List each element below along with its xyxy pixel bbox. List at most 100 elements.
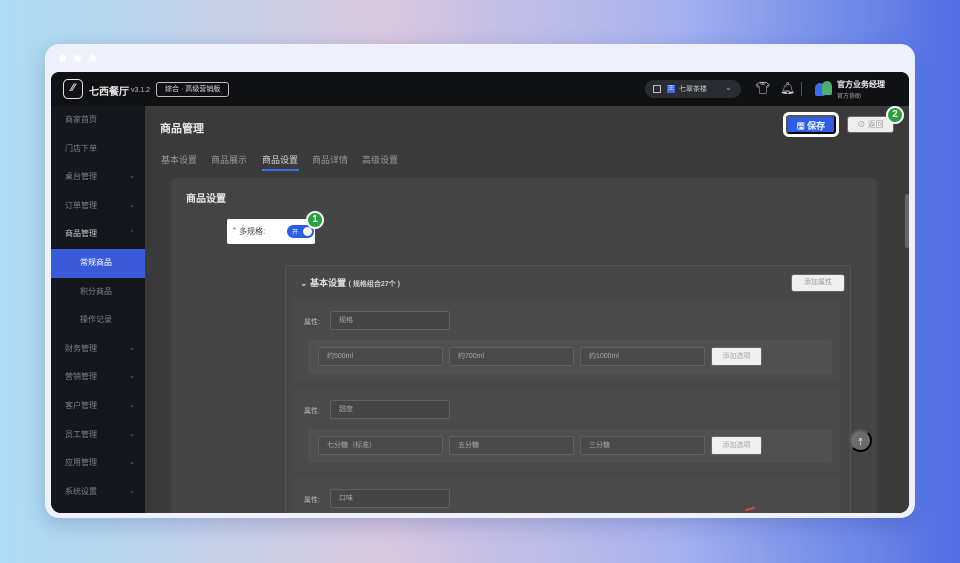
back-button-label: 返回 <box>867 120 884 129</box>
chevron-down-icon: ⌄ <box>129 430 135 438</box>
option-input[interactable]: 约1000ml <box>580 347 705 366</box>
sidebar-item-label: 客户管理 <box>65 400 97 410</box>
app-screen: ⁄⁄ 七西餐厅 v3.1.2 综合 · 高级营销版 王 七翠茶楼 ⌄ 👕︎ 🔔︎… <box>51 72 909 513</box>
product-settings-card: 商品设置 * 多规格: 开 1 ⌄ 基本设置 ( 规格组合27个 ) 添加属性 … <box>171 178 877 513</box>
window-dot-icon[interactable] <box>59 55 66 62</box>
multi-spec-field: * 多规格: 开 <box>227 219 315 244</box>
sidebar-item-label: 操作记录 <box>80 315 112 325</box>
sidebar-item-customers[interactable]: 客户管理 ⌄ <box>51 392 145 421</box>
option-input[interactable]: 七分糖（标准） <box>318 436 443 455</box>
sidebar-item-staff[interactable]: 员工管理 ⌄ <box>51 421 145 450</box>
top-bar: ⁄⁄ 七西餐厅 v3.1.2 综合 · 高级营销版 王 七翠茶楼 ⌄ 👕︎ 🔔︎… <box>51 72 909 106</box>
tab-product-details[interactable]: 商品详情 <box>312 153 348 166</box>
window-dot-icon[interactable] <box>74 55 81 62</box>
attribute-block: 属性: 规格 约500ml 约700ml 约1000ml 添加选项 <box>292 300 840 382</box>
sidebar-item-points-products[interactable]: 积分商品 <box>51 278 145 307</box>
chevron-down-icon: ⌄ <box>129 344 135 352</box>
tab-product-display[interactable]: 商品展示 <box>211 153 247 166</box>
version-label: v3.1.2 <box>131 87 151 94</box>
chevron-down-icon: ⌄ <box>129 401 135 409</box>
store-name: 七翠茶楼 <box>679 86 707 93</box>
chevron-down-icon: ⌄ <box>129 487 135 495</box>
option-input[interactable]: 三分糖 <box>580 436 705 455</box>
sidebar-item-tables[interactable]: 桌台管理 ⌄ <box>51 163 145 192</box>
save-button[interactable]: 🖫︎ 保存 <box>783 112 839 137</box>
save-icon: 🖫︎ <box>796 121 808 131</box>
add-option-button[interactable]: 添加选项 <box>711 347 762 366</box>
card-title: 商品设置 <box>186 194 226 205</box>
toggle-state-text: 开 <box>292 230 299 236</box>
option-row: 约500ml 约700ml 约1000ml 添加选项 <box>308 340 832 374</box>
sidebar-item-label: 应用管理 <box>65 458 97 468</box>
user-name[interactable]: 官方业务经理 <box>837 79 885 90</box>
sidebar-item-label: 系统设置 <box>65 486 97 496</box>
option-input[interactable]: 约500ml <box>318 347 443 366</box>
arrow-up-icon[interactable]: ⤒ <box>849 429 872 452</box>
sidebar: 商家首页 门店下单 桌台管理 ⌄ 订单管理 ⌄ 商品管理 ⌃ 常规商品 积分商品 操作… <box>51 106 145 513</box>
scrollbar-thumb[interactable] <box>905 194 909 248</box>
chevron-up-icon: ⌃ <box>129 230 135 238</box>
sidebar-item-finance[interactable]: 财务管理 ⌄ <box>51 335 145 364</box>
scrollbar[interactable] <box>905 178 909 513</box>
plan-tag[interactable]: 综合 · 高级营销版 <box>156 82 230 97</box>
avatar[interactable] <box>815 80 833 98</box>
sidebar-item-label: 员工管理 <box>65 429 97 439</box>
spec-combination-count: ( 规格组合27个 ) <box>348 281 400 288</box>
avatar-person-icon <box>822 81 832 95</box>
sidebar-item-label: 财务管理 <box>65 343 97 353</box>
sidebar-item-store-order[interactable]: 门店下单 <box>51 135 145 164</box>
add-attribute-button[interactable]: 添加属性 <box>791 274 845 292</box>
sidebar-item-label: 营销管理 <box>65 372 97 382</box>
tab-advanced-settings[interactable]: 高级设置 <box>362 153 398 166</box>
attribute-block: 属性: 口味 <box>292 478 840 513</box>
attribute-name-input[interactable]: 口味 <box>330 489 450 508</box>
sidebar-item-apps[interactable]: 应用管理 ⌄ <box>51 449 145 478</box>
spec-panel-header[interactable]: ⌄ 基本设置 ( 规格组合27个 ) <box>300 276 400 289</box>
chevron-down-icon: ⌄ <box>129 459 135 467</box>
option-input[interactable]: 五分糖 <box>449 436 574 455</box>
step-marker-1: 1 <box>306 211 324 229</box>
sidebar-item-marketing[interactable]: 营销管理 ⌄ <box>51 363 145 392</box>
back-icon: ⊘ <box>857 120 868 129</box>
chevron-down-icon: ⌄ <box>300 278 311 288</box>
attribute-label: 属性: <box>304 408 320 415</box>
tab-product-settings[interactable]: 商品设置 <box>262 153 298 166</box>
sidebar-item-settings[interactable]: 系统设置 ⌄ <box>51 478 145 507</box>
attribute-name-input[interactable]: 规格 <box>330 311 450 330</box>
add-option-button[interactable]: 添加选项 <box>711 436 762 455</box>
multi-spec-label: 多规格: <box>239 227 266 236</box>
window-titlebar <box>45 44 915 72</box>
save-button-label: 保存 <box>807 121 826 131</box>
main-content: 商品管理 基本设置 商品展示 商品设置 商品详情 高级设置 🖫︎ 保存 ⊘ 返回… <box>145 106 909 513</box>
chevron-down-icon: ⌄ <box>129 373 135 381</box>
sidebar-item-label: 积分商品 <box>80 286 112 296</box>
sidebar-item-orders[interactable]: 订单管理 ⌄ <box>51 192 145 221</box>
sidebar-item-regular-products[interactable]: 常规商品 <box>51 248 145 278</box>
store-grid-icon <box>653 85 661 93</box>
option-row: 七分糖（标准） 五分糖 三分糖 添加选项 <box>308 429 832 463</box>
tab-basic-settings[interactable]: 基本设置 <box>161 153 197 166</box>
page-title: 商品管理 <box>160 123 204 135</box>
bell-icon[interactable]: 🔔︎ <box>780 81 795 95</box>
required-mark: * <box>233 226 237 235</box>
attribute-label: 属性: <box>304 497 320 504</box>
sidebar-item-home[interactable]: 商家首页 <box>51 106 145 135</box>
window-dot-icon[interactable] <box>89 55 96 62</box>
sidebar-item-label: 常规商品 <box>80 257 112 267</box>
user-role: 官方协助 <box>837 94 862 100</box>
attribute-label: 属性: <box>304 319 320 326</box>
option-input[interactable]: 约700ml <box>449 347 574 366</box>
shirt-icon[interactable]: 👕︎ <box>755 81 770 95</box>
tab-active-indicator <box>262 169 299 171</box>
chevron-down-icon: ⌄ <box>129 201 135 209</box>
step-marker-2: 2 <box>886 106 904 124</box>
store-select[interactable]: 王 七翠茶楼 ⌄ <box>645 80 741 98</box>
sidebar-item-label: 商家首页 <box>65 115 97 124</box>
logo-icon: ⁄⁄ <box>63 79 83 99</box>
sidebar-item-operation-log[interactable]: 操作记录 <box>51 306 145 335</box>
attribute-name-input[interactable]: 甜度 <box>330 400 450 419</box>
chevron-down-icon: ⌄ <box>725 83 732 92</box>
sidebar-item-label: 订单管理 <box>65 200 97 210</box>
sidebar-item-products[interactable]: 商品管理 ⌃ <box>51 220 145 249</box>
chevron-down-icon: ⌄ <box>129 173 135 181</box>
